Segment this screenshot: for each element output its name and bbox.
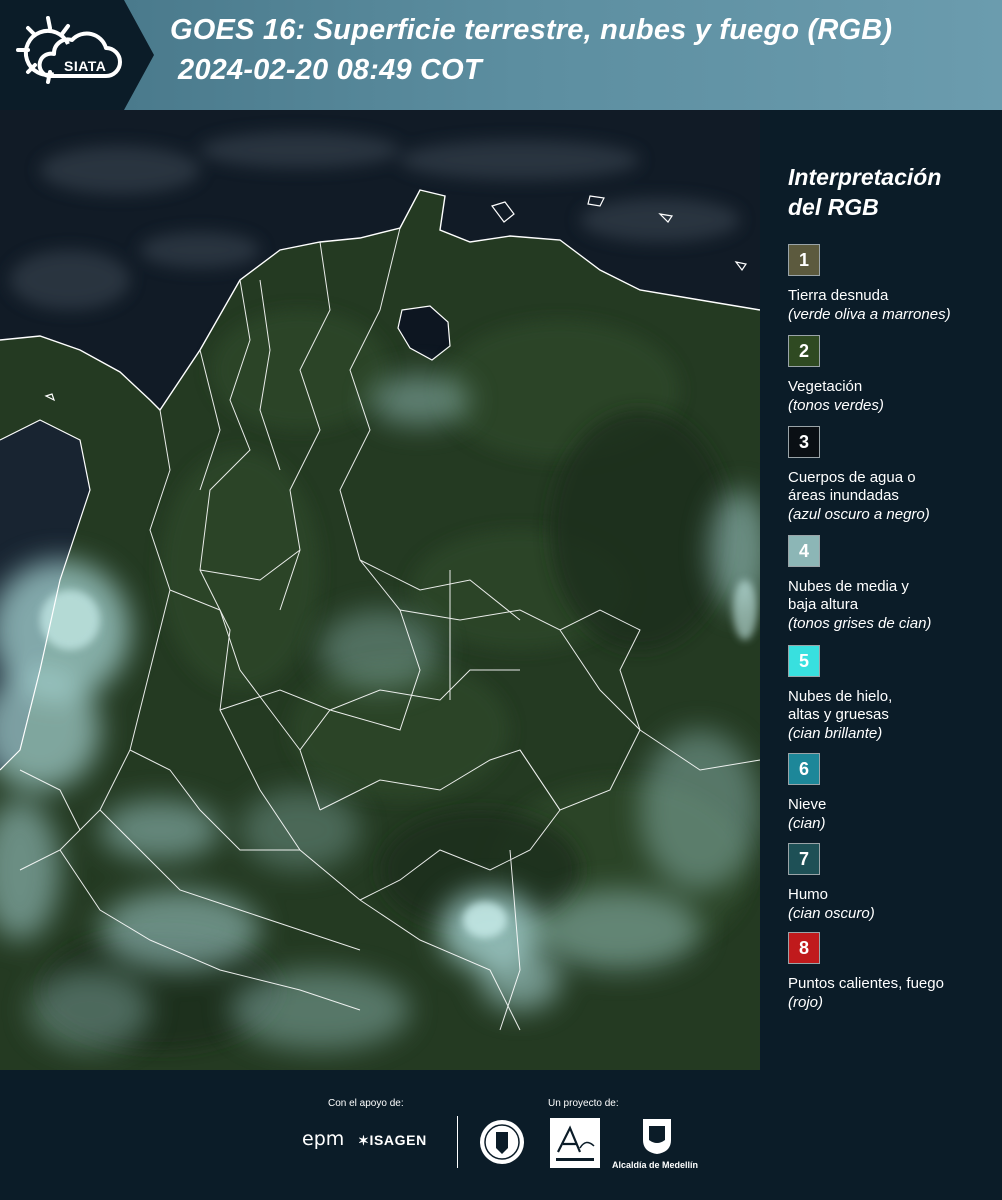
siata-logo: SIATA xyxy=(14,14,126,94)
swatch-number: 6 xyxy=(798,758,809,779)
legend-item-smoke: 7 Humo (cian oscuro) xyxy=(788,843,998,924)
legend-item-snow: 6 Nieve (cian) xyxy=(788,753,998,834)
legend-desc: (tonos verdes) xyxy=(788,397,884,414)
legend-swatch: 6 xyxy=(788,753,820,785)
swatch-number: 5 xyxy=(798,650,809,671)
legend-label: Tierra desnuda xyxy=(788,287,889,304)
legend-swatch: 5 xyxy=(788,645,820,677)
legend-label: Nieve xyxy=(788,796,827,813)
legend-label: Nubes de hielo, altas y gruesas xyxy=(788,688,893,723)
swatch-number: 7 xyxy=(798,848,809,869)
legend-desc: (cian) xyxy=(788,815,826,832)
swatch-number: 3 xyxy=(798,431,809,452)
footer-divider xyxy=(457,1116,458,1168)
alcaldia-label: Alcaldía de Medellín xyxy=(612,1160,699,1170)
sun-cloud-icon xyxy=(16,16,122,84)
legend-item-ice-clouds: 5 Nubes de hielo, altas y gruesas (cian … xyxy=(788,645,998,744)
logo-text: SIATA xyxy=(64,58,107,74)
isagen-mark-icon: ✶ xyxy=(358,1133,370,1148)
legend-swatch: 2 xyxy=(788,335,820,367)
legend-label: Humo xyxy=(788,886,829,903)
swatch-number: 4 xyxy=(798,540,809,561)
legend-title-line2: del RGB xyxy=(788,194,879,220)
legend-label: Nubes de media y baja altura xyxy=(788,578,909,613)
university-seal-icon xyxy=(480,1120,524,1164)
legend-item-water: 3 Cuerpos de agua o áreas inundadas (azu… xyxy=(788,426,998,525)
legend-desc: (rojo) xyxy=(788,994,824,1011)
legend-label: Puntos calientes, fuego xyxy=(788,975,944,992)
alcaldia-shield-icon xyxy=(643,1119,671,1154)
legend-label: Cuerpos de agua o áreas inundadas xyxy=(788,469,916,504)
legend-desc: (cian brillante) xyxy=(788,725,883,742)
footer: Con el apoyo de: Un proyecto de: epm ✶IS… xyxy=(0,1070,1002,1200)
isagen-text: ISAGEN xyxy=(369,1132,427,1148)
map-image xyxy=(0,110,760,1070)
legend-item-vegetation: 2 Vegetación (tonos verdes) xyxy=(788,335,998,416)
legend-swatch: 8 xyxy=(788,932,820,964)
legend-swatch: 1 xyxy=(788,244,820,276)
isagen-logo: ✶ISAGEN xyxy=(358,1132,427,1149)
page-title: GOES 16: Superficie terrestre, nubes y f… xyxy=(170,14,893,46)
area-metropolitana-logo-icon xyxy=(550,1118,600,1168)
legend-panel: Interpretación del RGB 1 Tierra desnuda … xyxy=(760,110,1002,1070)
support-label: Con el apoyo de: xyxy=(328,1098,404,1109)
satellite-map xyxy=(0,110,760,1070)
legend-swatch: 7 xyxy=(788,843,820,875)
legend-label: Vegetación xyxy=(788,378,863,395)
page-subtitle: 2024-02-20 08:49 COT xyxy=(178,54,482,86)
legend-desc: (tonos grises de cian) xyxy=(788,615,932,632)
swatch-number: 1 xyxy=(798,249,809,270)
legend-desc: (verde oliva a marrones) xyxy=(788,306,951,323)
legend-swatch: 4 xyxy=(788,535,820,567)
epm-logo: epm xyxy=(302,1128,345,1150)
legend-title-line1: Interpretación xyxy=(788,164,942,190)
header: SIATA GOES 16: Superficie terrestre, nub… xyxy=(0,0,1002,110)
project-label: Un proyecto de: xyxy=(548,1098,619,1109)
legend-desc: (azul oscuro a negro) xyxy=(788,506,930,523)
legend-item-fire: 8 Puntos calientes, fuego (rojo) xyxy=(788,932,998,1013)
legend-swatch: 3 xyxy=(788,426,820,458)
legend-item-mid-low-clouds: 4 Nubes de media y baja altura (tonos gr… xyxy=(788,535,998,634)
swatch-number: 8 xyxy=(798,937,809,958)
legend-desc: (cian oscuro) xyxy=(788,905,875,922)
legend-title: Interpretación del RGB xyxy=(788,162,941,222)
swatch-number: 2 xyxy=(798,340,809,361)
legend-item-bare-soil: 1 Tierra desnuda (verde oliva a marrones… xyxy=(788,244,998,325)
